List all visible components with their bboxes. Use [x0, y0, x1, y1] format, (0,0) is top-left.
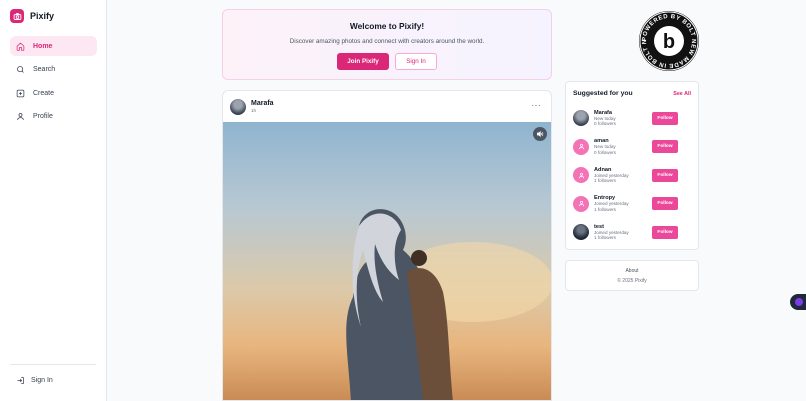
sidebar: Pixify Home Search Create Profile Sign I… — [0, 0, 107, 401]
welcome-actions: Join Pixify Sign In — [223, 53, 551, 70]
camera-icon — [10, 9, 24, 23]
floating-widget-button[interactable] — [790, 294, 806, 310]
sidebar-item-label: Profile — [33, 113, 53, 121]
login-icon — [17, 377, 24, 384]
sidebar-signin-label: Sign In — [31, 377, 53, 384]
suggested-title: Suggested for you — [573, 90, 633, 97]
user-icon — [578, 200, 584, 207]
list-item: Adnan Joined yesterday 1 followers Follo… — [573, 163, 678, 187]
avatar[interactable] — [573, 195, 589, 212]
user-info: Entropy Joined yesterday 1 followers — [594, 195, 652, 212]
brand-name: Pixify — [30, 11, 55, 21]
search-icon — [17, 66, 24, 73]
follow-button[interactable]: Follow — [652, 168, 678, 182]
sidebar-item-label: Search — [33, 66, 56, 74]
home-icon — [16, 42, 25, 51]
badge-letter: b — [663, 31, 675, 53]
avatar[interactable] — [573, 110, 589, 126]
list-item: test Joined yesterday 1 followers Follow — [573, 220, 678, 244]
sidebar-nav: Home Search Create Profile — [10, 36, 97, 130]
follow-button[interactable]: Follow — [652, 225, 678, 239]
user-info: Adnan Joined yesterday 1 followers — [594, 167, 652, 184]
suggested-header: Suggested for you See All — [573, 90, 691, 97]
user-followers: 0 followers — [594, 149, 616, 155]
widget-icon — [795, 298, 803, 306]
welcome-title: Welcome to Pixify! — [349, 21, 425, 31]
avatar[interactable] — [573, 224, 589, 240]
user-info: Marafa New today 0 followers — [594, 110, 652, 127]
sidebar-item-create[interactable]: Create — [10, 83, 97, 103]
follow-button[interactable]: Follow — [652, 140, 678, 153]
sidebar-item-profile[interactable]: Profile — [10, 107, 97, 127]
user-followers: 1 followers — [594, 206, 616, 212]
welcome-card: Welcome to Pixify! Discover amazing phot… — [222, 9, 552, 80]
list-item: Marafa New today 0 followers Follow — [573, 106, 678, 130]
user-icon — [578, 172, 584, 178]
more-options-icon[interactable]: ··· — [532, 101, 542, 110]
user-followers: 1 followers — [594, 235, 616, 241]
signin-button[interactable]: Sign In — [395, 53, 437, 70]
sidebar-item-home[interactable]: Home — [10, 36, 97, 56]
post-image[interactable] — [223, 122, 551, 400]
user-followers: 0 followers — [594, 121, 616, 127]
sound-toggle-button[interactable] — [533, 127, 547, 141]
sidebar-item-label: Home — [33, 42, 53, 50]
sidebar-signin-button[interactable]: Sign In — [16, 376, 53, 385]
welcome-subtitle: Discover amazing photos and connect with… — [289, 38, 485, 45]
post-meta: Marafa 1h — [251, 100, 274, 113]
bolt-badge[interactable]: POWERED BY BOLT NEW MADE IN BOLT NEW b — [635, 6, 700, 72]
avatar[interactable] — [573, 138, 589, 155]
copyright-text: © 2025 Pixify — [617, 278, 647, 284]
join-button[interactable]: Join Pixify — [337, 53, 389, 70]
about-panel: About © 2025 Pixify — [565, 260, 699, 291]
follow-button[interactable]: Follow — [652, 111, 678, 125]
about-link[interactable]: About — [566, 268, 698, 274]
list-item: aman New today 0 followers Follow — [573, 135, 678, 159]
post-time: 1h — [251, 108, 257, 113]
sidebar-item-search[interactable]: Search — [10, 60, 97, 80]
brand[interactable]: Pixify — [10, 9, 54, 23]
user-info: aman New today 0 followers — [594, 138, 652, 155]
speaker-icon — [537, 130, 544, 138]
user-icon — [578, 143, 584, 150]
sidebar-divider — [10, 364, 96, 365]
post-card: Marafa 1h ··· — [222, 90, 552, 401]
user-icon — [17, 113, 24, 121]
post-header: Marafa 1h ··· — [223, 91, 551, 122]
see-all-link[interactable]: See All — [673, 91, 691, 97]
post-photo-art — [346, 209, 551, 400]
user-info: test Joined yesterday 1 followers — [594, 224, 652, 241]
list-item: Entropy Joined yesterday 1 followers Fol… — [573, 192, 678, 216]
follow-button[interactable]: Follow — [652, 197, 678, 210]
avatar[interactable] — [573, 167, 589, 183]
plus-square-icon — [16, 89, 25, 97]
sidebar-item-label: Create — [33, 89, 55, 97]
post-author[interactable]: Marafa — [251, 100, 274, 107]
user-followers: 1 followers — [594, 178, 616, 184]
avatar[interactable] — [230, 98, 246, 115]
suggested-panel: Suggested for you See All Marafa New tod… — [565, 81, 699, 250]
